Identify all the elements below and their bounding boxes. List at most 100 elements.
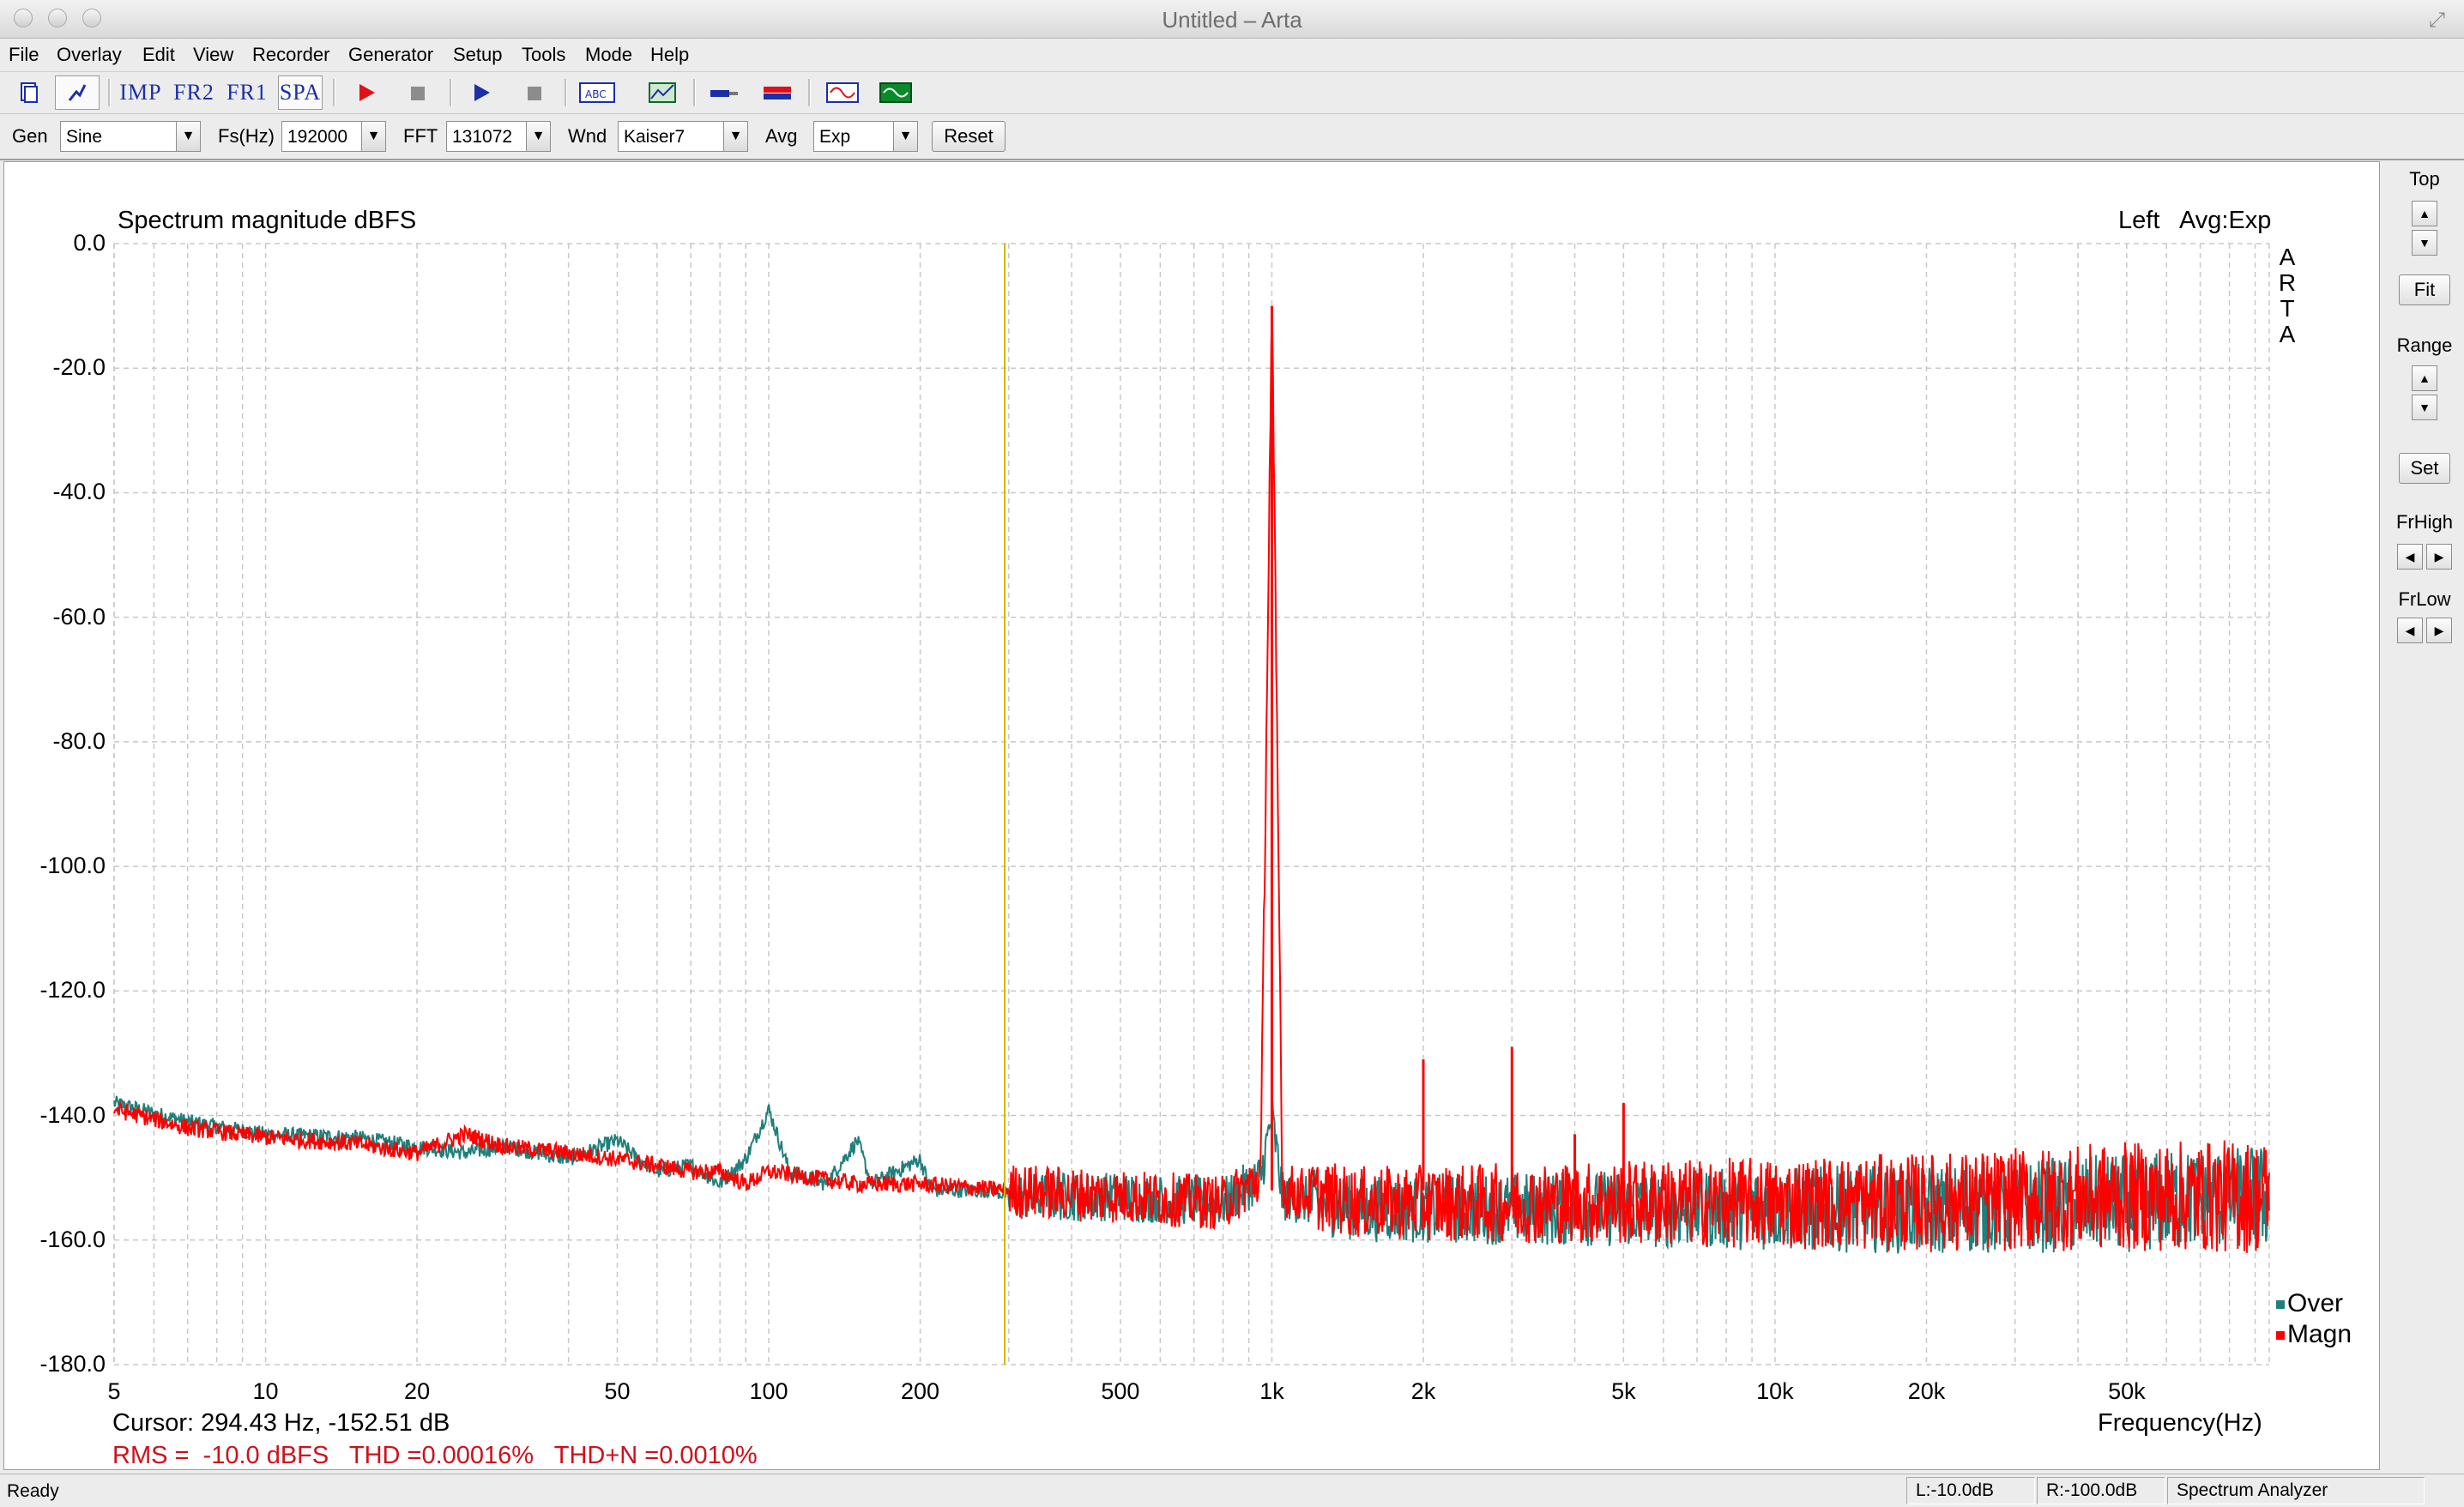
frlow-label: FrLow <box>2398 588 2451 610</box>
x-tick-label: 100 <box>749 1378 788 1404</box>
menu-tools[interactable]: Tools <box>522 44 565 66</box>
averaging-select[interactable]: Exp ▼ <box>813 121 918 152</box>
abc-tool-button[interactable]: ABC <box>575 75 619 110</box>
chevron-down-icon[interactable]: ▼ <box>361 122 385 151</box>
frhigh-right-button[interactable]: ▶ <box>2426 544 2452 570</box>
y-tick-label: -120.0 <box>39 977 106 1004</box>
chevron-down-icon[interactable]: ▼ <box>526 122 550 151</box>
top-down-button[interactable]: ▼ <box>2412 230 2437 256</box>
window-function-select[interactable]: Kaiser7 ▼ <box>618 121 748 152</box>
menu-overlay[interactable]: Overlay <box>57 44 122 66</box>
menu-setup[interactable]: Setup <box>453 44 503 66</box>
legend-swatch <box>2276 1331 2285 1341</box>
reset-button[interactable]: Reset <box>932 121 1006 152</box>
scope-icon <box>879 82 912 103</box>
set-button[interactable]: Set <box>2399 453 2450 484</box>
frlow-right-button[interactable]: ▶ <box>2426 618 2452 643</box>
range-down-button[interactable]: ▼ <box>2412 395 2437 420</box>
right-control-panel: Top ▲ ▼ Fit Range ▲ ▼ Set FrHigh ◀ ▶ FrL… <box>2385 161 2464 1470</box>
y-tick-label: -100.0 <box>39 853 106 879</box>
fr2-mode-button[interactable]: FR2 <box>172 75 216 110</box>
oscilloscope-button[interactable] <box>873 75 918 110</box>
top-up-button[interactable]: ▲ <box>2412 201 2437 226</box>
chevron-down-icon[interactable]: ▼ <box>176 122 200 151</box>
menu-recorder[interactable]: Recorder <box>252 44 329 66</box>
legend-item-magn[interactable]: Magn <box>2276 1320 2352 1349</box>
channel-avg-info: Left Avg:Exp <box>2118 207 2272 234</box>
generator-stop-button[interactable] <box>511 75 556 110</box>
fr1-label: FR1 <box>226 80 268 105</box>
imp-label: IMP <box>119 80 162 105</box>
new-file-button[interactable] <box>7 75 51 110</box>
legend-item-over[interactable]: Over <box>2276 1289 2343 1318</box>
record-start-button[interactable] <box>343 75 388 110</box>
fit-button[interactable]: Fit <box>2399 274 2450 305</box>
menu-mode[interactable]: Mode <box>585 44 632 66</box>
chevron-down-icon[interactable]: ▼ <box>893 122 917 151</box>
x-tick-label: 10 <box>252 1378 279 1404</box>
series-line-magn <box>113 306 2270 1253</box>
y-tick-label: 0.0 <box>73 230 106 256</box>
legend-swatch <box>2276 1300 2285 1310</box>
frhigh-label: FrHigh <box>2395 511 2453 533</box>
generator-select[interactable]: Sine ▼ <box>60 121 201 152</box>
stop-icon <box>411 87 425 100</box>
x-tick-label: 20k <box>1907 1378 1946 1404</box>
graph-settings-button[interactable] <box>640 75 685 110</box>
impulse-mode-button[interactable]: IMP <box>118 75 163 110</box>
status-left-level: L:-10.0dB <box>1906 1477 2035 1504</box>
fr1-mode-button[interactable]: FR1 <box>225 75 269 110</box>
sine-wave-icon <box>826 82 859 103</box>
fft-size-select[interactable]: 131072 ▼ <box>446 121 551 152</box>
sample-rate-select[interactable]: 192000 ▼ <box>281 121 386 152</box>
frlow-left-button[interactable]: ◀ <box>2397 618 2423 643</box>
signal-mode-button[interactable] <box>55 75 100 110</box>
y-tick-label: -20.0 <box>52 354 106 381</box>
status-bar: Ready L:-10.0dB R:-100.0dB Spectrum Anal… <box>0 1474 2464 1507</box>
signal-generator-button[interactable] <box>820 75 865 110</box>
legend-label: Magn <box>2287 1320 2352 1348</box>
window-function-value: Kaiser7 <box>624 127 685 147</box>
spa-mode-button[interactable]: SPA <box>278 75 323 110</box>
x-tick-label: 1k <box>1259 1378 1284 1404</box>
arta-logo-letter: R <box>2278 269 2297 296</box>
x-tick-label: 5 <box>107 1378 121 1404</box>
status-right-level: R:-100.0dB <box>2037 1477 2165 1504</box>
menu-edit[interactable]: Edit <box>142 44 175 66</box>
signal-icon <box>68 84 87 101</box>
generator-start-button[interactable] <box>458 75 503 110</box>
level-meter-button[interactable] <box>755 75 800 110</box>
menu-file[interactable]: File <box>9 44 39 66</box>
plot-title: Spectrum magnitude dBFS <box>118 207 417 234</box>
x-tick-label: 50 <box>604 1378 631 1404</box>
x-tick-label: 5k <box>1611 1378 1636 1404</box>
x-tick-label: 50k <box>2108 1378 2146 1404</box>
menu-generator[interactable]: Generator <box>348 44 433 66</box>
range-up-button[interactable]: ▲ <box>2412 365 2437 391</box>
fs-label: Fs(Hz) <box>218 125 275 147</box>
probe-tool-button[interactable] <box>702 75 746 110</box>
legend-label: Over <box>2287 1289 2344 1317</box>
menu-help[interactable]: Help <box>650 44 689 66</box>
abc-icon: ABC <box>579 82 615 103</box>
status-ready: Ready <box>7 1481 59 1501</box>
record-stop-button[interactable] <box>395 75 439 110</box>
fullscreen-icon[interactable]: ⤢ <box>2429 9 2445 33</box>
arta-logo-letter: T <box>2280 295 2295 322</box>
averaging-value: Exp <box>819 127 851 147</box>
spectrum-chart[interactable] <box>4 162 2379 1469</box>
document-icon <box>21 82 38 103</box>
window-label: Wnd <box>568 125 607 147</box>
arta-logo-letter: A <box>2279 321 2296 347</box>
sample-rate-value: 192000 <box>287 127 348 147</box>
frhigh-left-button[interactable]: ◀ <box>2397 544 2423 570</box>
graph-icon <box>649 82 676 103</box>
y-tick-label: -160.0 <box>39 1226 106 1252</box>
range-label: Range <box>2396 335 2453 356</box>
stop-icon <box>528 87 541 100</box>
spectrum-plot-panel[interactable]: Spectrum magnitude dBFS Left Avg:Exp A R… <box>3 161 2380 1470</box>
y-tick-label: -60.0 <box>52 603 106 630</box>
chevron-down-icon[interactable]: ▼ <box>723 122 747 151</box>
menu-view[interactable]: View <box>193 44 233 66</box>
probe-icon <box>710 90 738 97</box>
